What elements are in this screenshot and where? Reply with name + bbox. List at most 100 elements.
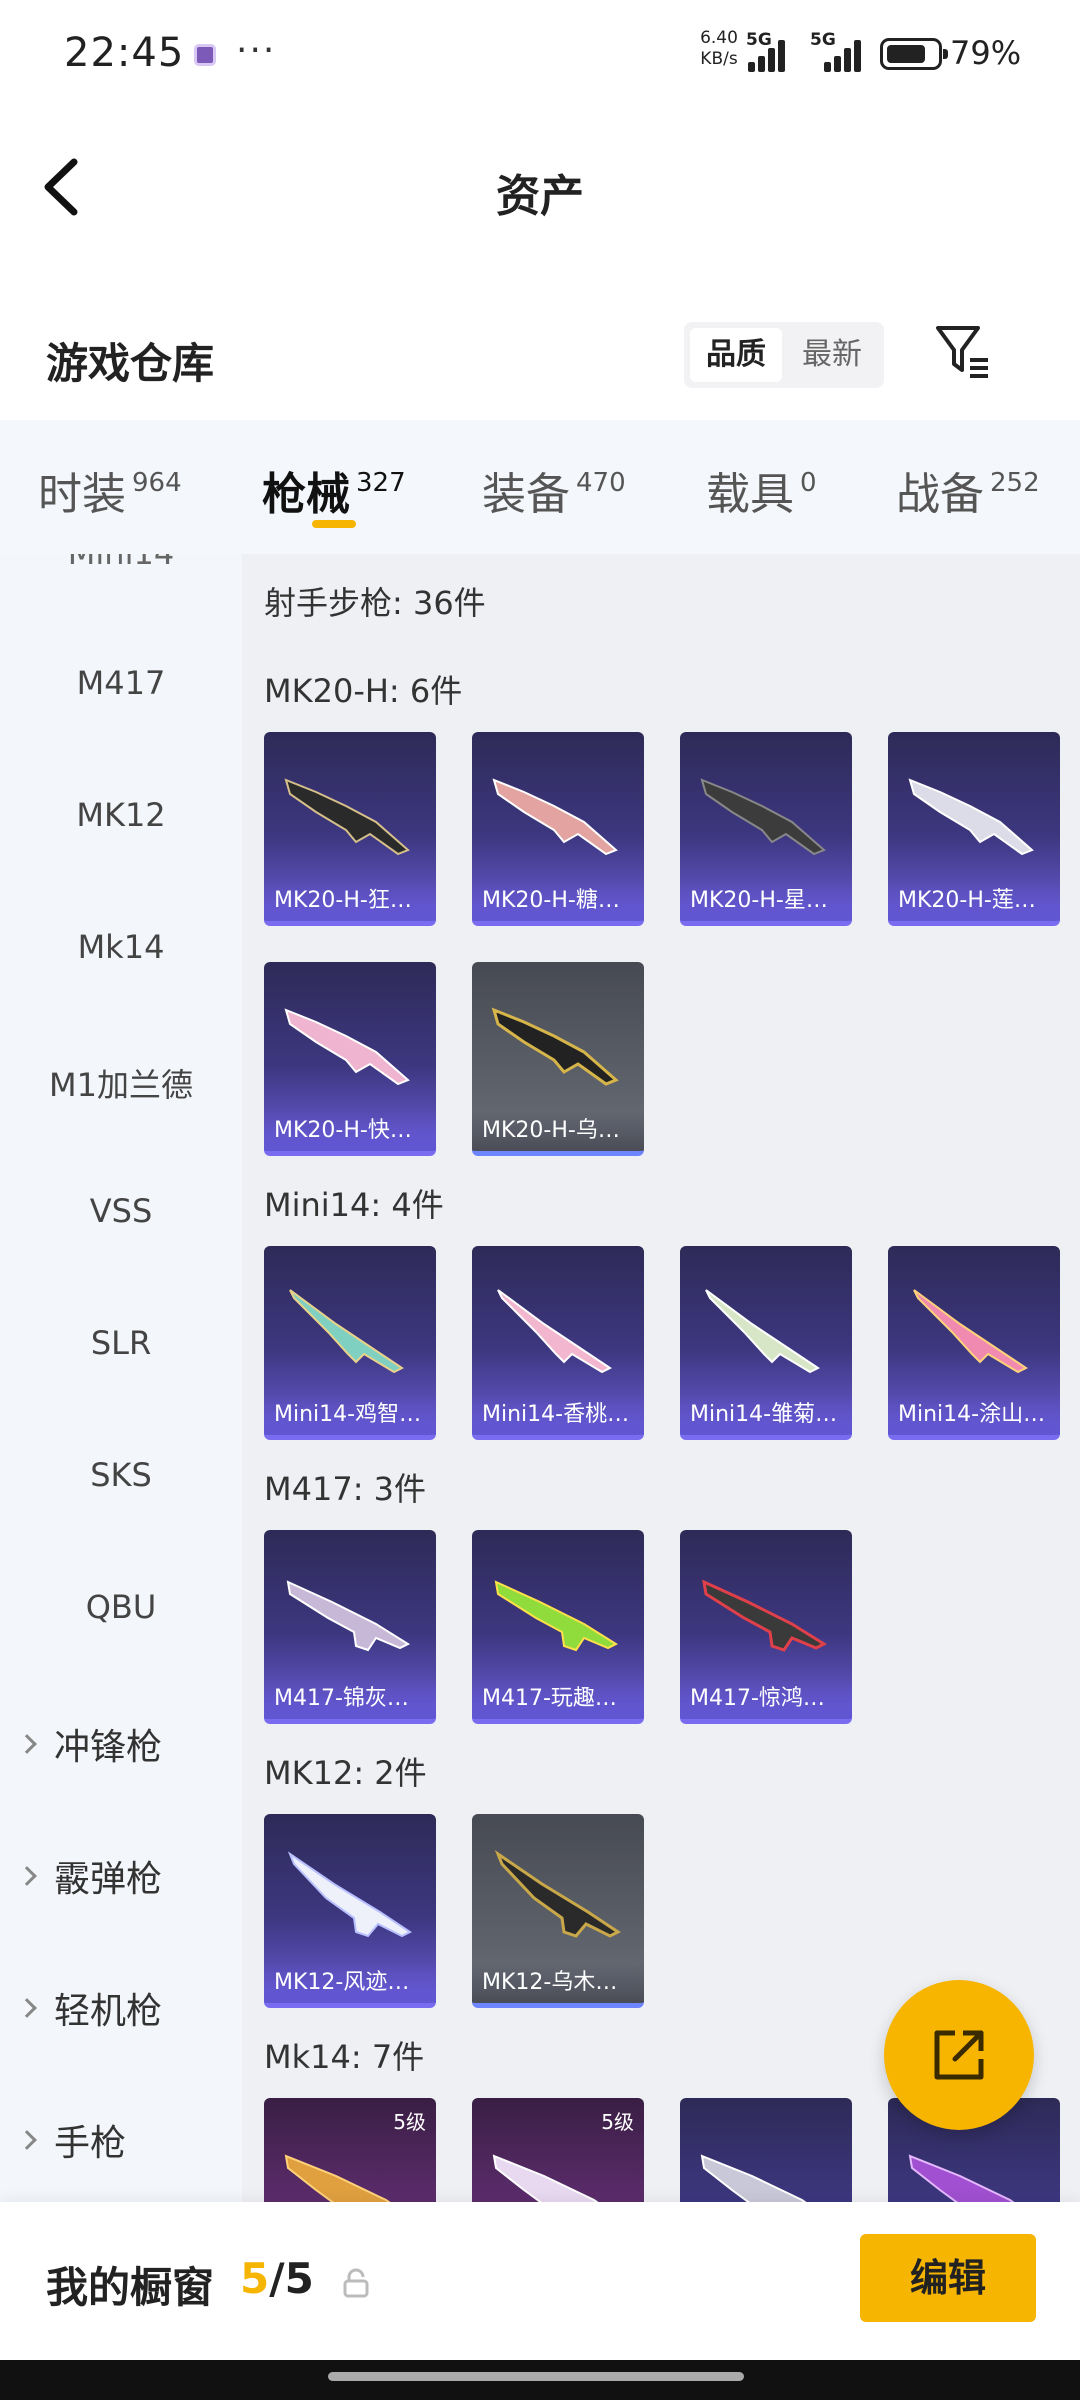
network-speed-unit: KB/s (700, 49, 738, 69)
item-name: M417-锦灰… (264, 1679, 436, 1719)
chevron-right-icon (17, 2130, 37, 2150)
sidebar-item-mk12[interactable]: MK12 (0, 796, 242, 834)
section-title-m417: M417: 3件 (264, 1470, 427, 1508)
share-button[interactable] (884, 1980, 1034, 2130)
item-name: MK12-风迹… (264, 1963, 436, 2003)
rifle-icon (700, 2154, 807, 2202)
rifle-icon (284, 778, 410, 856)
rifle-icon (289, 1289, 404, 1374)
item-card[interactable]: Mini14-香桃… (472, 1246, 644, 1440)
warehouse-title: 游戏仓库 (46, 339, 215, 388)
signal-1-icon (744, 38, 790, 72)
item-card[interactable]: MK20-H-乌… (472, 962, 644, 1156)
item-card[interactable]: M417-锦灰… (264, 1530, 436, 1724)
item-card[interactable]: MK20-H-糖… (472, 732, 644, 926)
showcase-count: 5/5 (240, 2254, 314, 2303)
item-card[interactable]: MK12-乌木… (472, 1814, 644, 2008)
sidebar-group-pistol[interactable]: 手枪 (17, 2114, 126, 2166)
sidebar-group-label: 霰弹枪 (54, 1859, 163, 1900)
section-title-mini14: Mini14: 4件 (264, 1186, 444, 1224)
status-bar: 22:45 ··· 6.40 KB/s 5G 5G 79% (0, 0, 1080, 110)
sidebar-group-shotgun[interactable]: 霰弹枪 (17, 1850, 163, 1902)
rifle-icon (497, 1289, 612, 1374)
sidebar-item-vss[interactable]: VSS (0, 1192, 242, 1230)
section-title-mk20h: MK20-H: 6件 (264, 672, 463, 710)
share-icon (934, 2030, 984, 2080)
item-card[interactable]: MK20-H-莲… (888, 732, 1060, 926)
sidebar-group-smg[interactable]: 冲锋枪 (17, 1718, 163, 1770)
sidebar-group-label: 冲锋枪 (54, 1727, 163, 1768)
item-name: Mini14-鸡智… (264, 1395, 436, 1435)
rifle-icon (705, 1289, 820, 1374)
item-name: Mini14-香桃… (472, 1395, 644, 1435)
sidebar-item-slr[interactable]: SLR (0, 1324, 242, 1362)
battery-percent: 79% (950, 34, 1022, 72)
item-card[interactable]: M417-玩趣… (472, 1530, 644, 1724)
tab-fashion[interactable]: 时装 964 (38, 458, 182, 522)
rifle-icon (491, 1007, 619, 1086)
more-notifications-icon: ··· (236, 30, 277, 71)
item-name: M417-玩趣… (472, 1679, 644, 1719)
item-card[interactable]: Mini14-鸡智… (264, 1246, 436, 1440)
sidebar-item-qbu[interactable]: QBU (0, 1588, 242, 1626)
tab-guns[interactable]: 枪械 327 (262, 458, 406, 522)
rifle-icon (700, 778, 826, 856)
item-card[interactable]: Mini14-涂山… (888, 1246, 1060, 1440)
chevron-right-icon (17, 1734, 37, 1754)
item-card[interactable]: MK12-风迹… (264, 1814, 436, 2008)
item-card[interactable]: MK20-H-快… (264, 962, 436, 1156)
tab-vehicles[interactable]: 载具 0 (706, 458, 817, 522)
item-name: MK20-H-狂… (264, 881, 436, 921)
sidebar-group-label: 轻机枪 (54, 1991, 163, 2032)
sort-newest-button[interactable]: 最新 (786, 328, 878, 382)
weapon-sidebar: Mini14 M417 MK12 Mk14 M1加兰德 VSS SLR SKS … (0, 554, 242, 2202)
sidebar-item-sks[interactable]: SKS (0, 1456, 242, 1494)
tab-count: 470 (576, 468, 626, 498)
tab-supplies[interactable]: 战备 252 (896, 458, 1040, 522)
rifle-icon (284, 1008, 410, 1086)
sidebar-item-mini14[interactable]: Mini14 (0, 554, 242, 572)
filter-button[interactable] (932, 320, 996, 384)
signal-2-icon (820, 38, 866, 72)
system-nav-bar (0, 2360, 1080, 2400)
showcase-count-current: 5 (240, 2254, 270, 2303)
category-tabs: 时装 964 枪械 327 装备 470 载具 0 战备 252 (0, 420, 1080, 554)
showcase-count-total: /5 (269, 2254, 314, 2303)
app-notification-icon (194, 44, 216, 66)
item-card[interactable] (680, 2098, 852, 2202)
rifle-icon (913, 1289, 1028, 1374)
sidebar-item-mk14[interactable]: Mk14 (0, 928, 242, 966)
item-card[interactable]: 5级 (472, 2098, 644, 2202)
item-card[interactable]: Mini14-雏菊… (680, 1246, 852, 1440)
item-card[interactable]: M417-惊鸿… (680, 1530, 852, 1724)
lock-icon (343, 2268, 369, 2298)
rifle-icon (908, 778, 1034, 856)
network-speed-value: 6.40 (700, 28, 738, 48)
item-card[interactable]: 5级 (264, 2098, 436, 2202)
tab-label: 战备 (896, 469, 984, 520)
item-name: MK20-H-乌… (472, 1111, 644, 1151)
sidebar-group-lmg[interactable]: 轻机枪 (17, 1982, 163, 2034)
rifle-icon (287, 1851, 412, 1938)
home-gesture-handle[interactable] (328, 2372, 744, 2381)
sidebar-item-m417[interactable]: M417 (0, 664, 242, 702)
item-name: MK20-H-莲… (888, 881, 1060, 921)
section-title-mk12: MK12: 2件 (264, 1754, 427, 1792)
tab-equipment[interactable]: 装备 470 (482, 458, 626, 522)
sidebar-item-m1-garand[interactable]: M1加兰德 (0, 1060, 242, 1106)
sort-quality-button[interactable]: 品质 (690, 328, 782, 382)
rifle-icon (908, 2154, 1015, 2202)
rifle-icon (492, 778, 618, 856)
item-card[interactable]: MK20-H-星… (680, 732, 852, 926)
tab-label: 时装 (38, 469, 126, 520)
item-name: M417-惊鸿… (680, 1679, 852, 1719)
item-name: Mini14-雏菊… (680, 1395, 852, 1435)
rifle-icon (286, 1580, 411, 1652)
rifle-icon (284, 2154, 391, 2202)
network-speed: 6.40 KB/s (696, 28, 742, 70)
item-card[interactable]: MK20-H-狂… (264, 732, 436, 926)
edit-button[interactable]: 编辑 (860, 2234, 1036, 2322)
category-header: 射手步枪: 36件 (264, 584, 486, 622)
tab-label: 载具 (706, 469, 794, 520)
status-time: 22:45 (64, 30, 185, 76)
